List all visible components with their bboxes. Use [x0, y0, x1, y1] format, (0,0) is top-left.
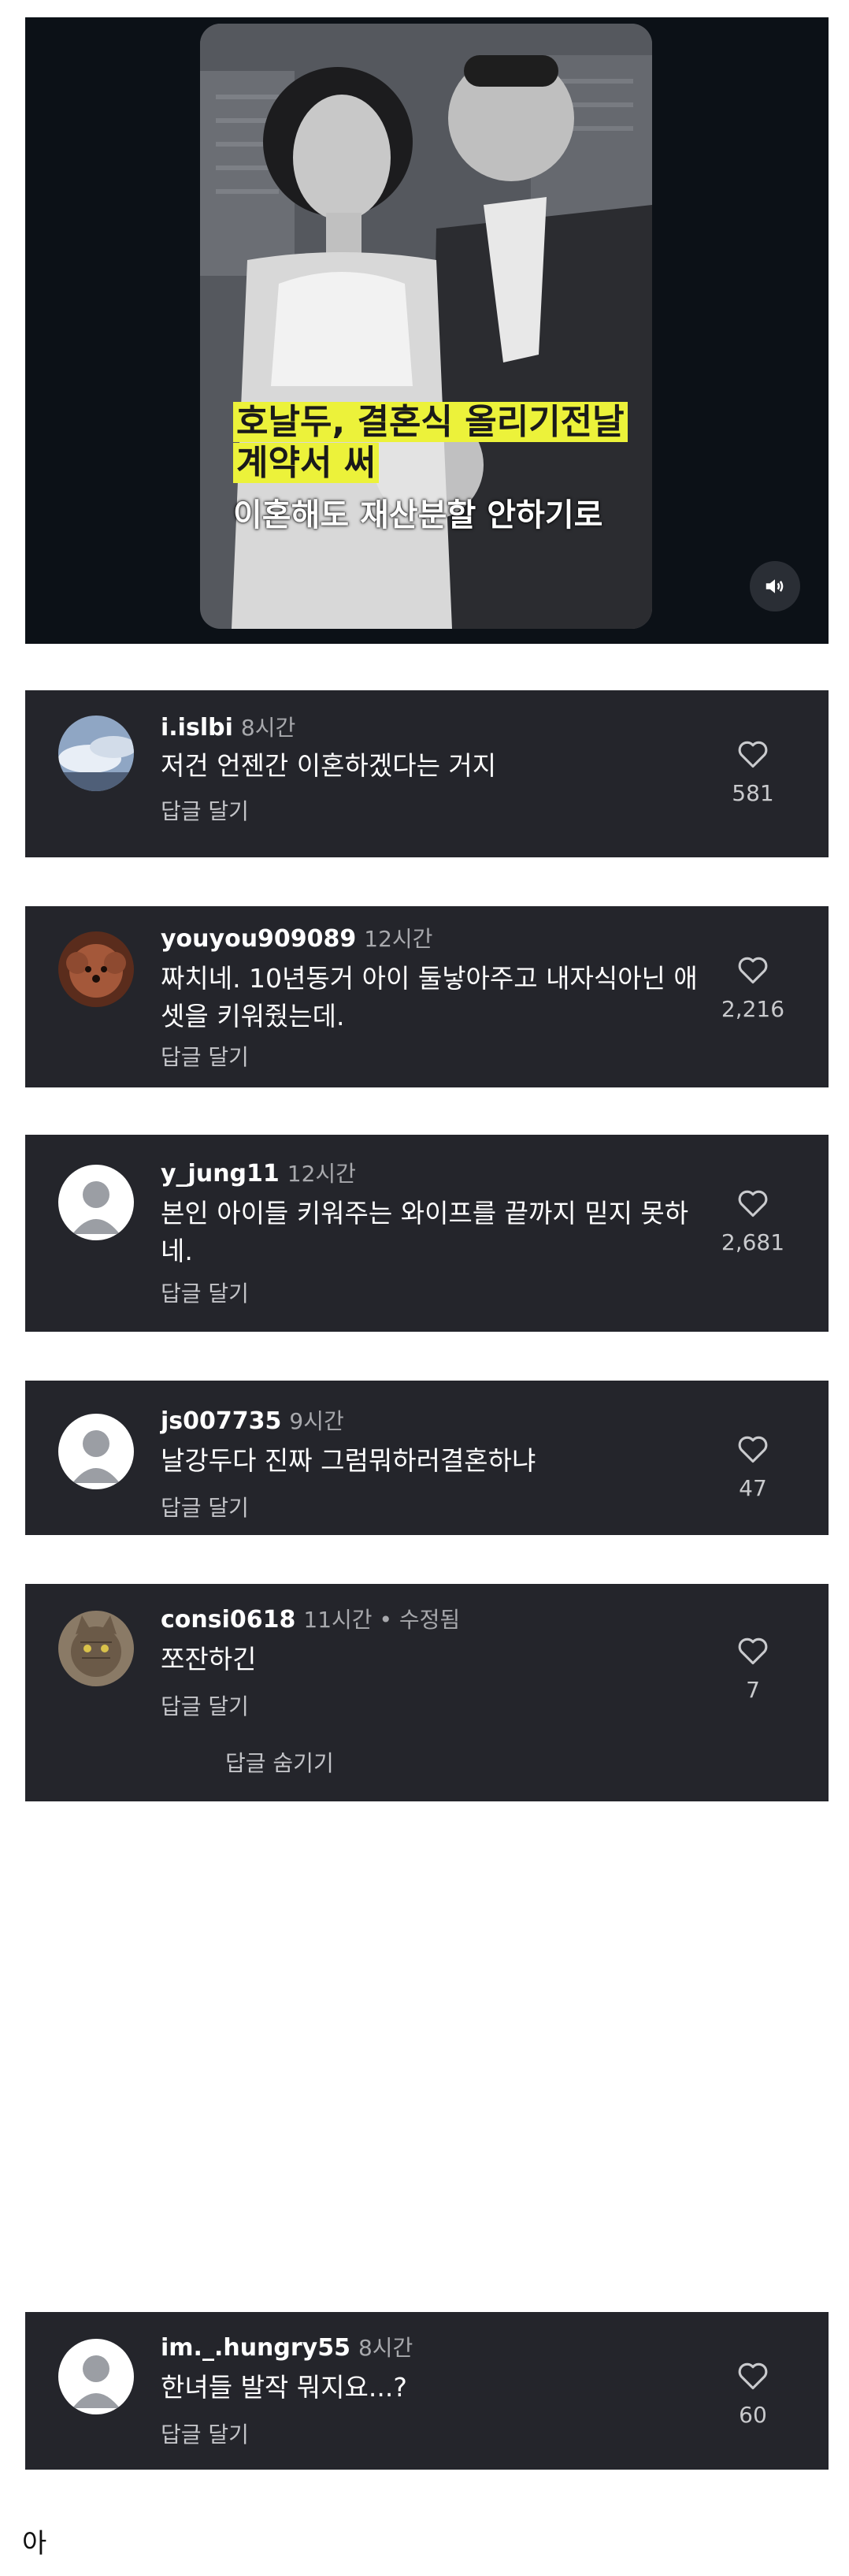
like-button[interactable]: 60: [706, 2361, 800, 2428]
reply-button[interactable]: 답글 달기: [161, 1689, 249, 1721]
video-player[interactable]: 호날두, 결혼식 올리기전날 계약서 써 이혼해도 재산분할 안하기로: [25, 17, 829, 644]
comment-username[interactable]: consi0618 11시간 • 수정됨: [161, 1603, 460, 1634]
comment-text: 본인 아이들 키워주는 와이프를 끝까지 믿지 못하네.: [161, 1198, 689, 1266]
comment-time: 9시간: [289, 1408, 344, 1434]
reply-button[interactable]: 답글 달기: [161, 1277, 249, 1308]
like-button[interactable]: 581: [706, 739, 800, 806]
like-button[interactable]: 2,681: [706, 1188, 800, 1255]
comment-text: 짜치네. 10년동거 아이 둘낳아주고 내자식아닌 애 셋을 키워줬는데.: [161, 963, 698, 1032]
caption-line-2: 계약서 써: [233, 443, 380, 483]
like-count: 2,216: [721, 996, 785, 1022]
heart-icon: [738, 741, 768, 768]
reply-button[interactable]: 답글 달기: [161, 794, 249, 826]
avatar[interactable]: [58, 1165, 134, 1240]
mute-button[interactable]: [750, 561, 800, 611]
comment-item: im._.hungry55 8시간 한녀들 발작 뭐지요...? 답글 달기 60: [25, 2312, 829, 2470]
comment-time: 12시간: [287, 1161, 356, 1187]
video-frame-illustration: [200, 24, 652, 629]
default-avatar-icon: [58, 1165, 134, 1240]
video-thumbnail[interactable]: 호날두, 결혼식 올리기전날 계약서 써 이혼해도 재산분할 안하기로: [200, 24, 652, 629]
video-caption-subtitle: 이혼해도 재산분할 안하기로: [233, 497, 603, 533]
heart-icon: [738, 2362, 768, 2390]
heart-icon: [738, 1190, 768, 1217]
avatar[interactable]: [58, 931, 134, 1007]
comment-item: youyou909089 12시간 짜치네. 10년동거 아이 둘낳아주고 내자식…: [25, 906, 829, 1087]
like-count: 581: [732, 780, 774, 806]
avatar[interactable]: [58, 1611, 134, 1686]
like-count: 2,681: [721, 1229, 785, 1255]
post-body-text: 아: [22, 2528, 47, 2559]
default-avatar-icon: [58, 1414, 134, 1489]
comment-username[interactable]: js007735 9시간: [161, 1404, 344, 1436]
comment-item: consi0618 11시간 • 수정됨 쪼잔하긴 답글 달기 7 답글 숨기기: [25, 1584, 829, 1801]
comment-item: y_jung11 12시간 본인 아이들 키워주는 와이프를 끝까지 믿지 못하네…: [25, 1135, 829, 1332]
comment-time: 12시간: [364, 926, 433, 952]
comment-username[interactable]: im._.hungry55 8시간: [161, 2331, 413, 2362]
speaker-icon: [766, 579, 784, 593]
heart-icon: [738, 1637, 768, 1665]
like-count: 7: [746, 1677, 760, 1703]
heart-icon: [738, 957, 768, 984]
avatar[interactable]: [58, 1414, 134, 1489]
comment-text: 한녀들 발작 뭐지요...?: [161, 2372, 407, 2403]
comment-text: 날강두다 진짜 그럼뭐하러결혼하냐: [161, 1445, 536, 1476]
dog-photo-icon: [58, 931, 134, 1007]
sky-photo-icon: [58, 716, 134, 791]
hide-replies-button[interactable]: 답글 숨기기: [225, 1746, 334, 1778]
comment-text: 쪼잔하긴: [161, 1644, 257, 1675]
like-button[interactable]: 47: [706, 1434, 800, 1501]
cat-photo-icon: [58, 1611, 134, 1686]
comment-username[interactable]: i.islbi 8시간: [161, 711, 295, 742]
reply-button[interactable]: 답글 달기: [161, 2418, 249, 2449]
comment-time: 8시간: [358, 2335, 413, 2361]
video-caption-highlight: 호날두, 결혼식 올리기전날 계약서 써: [233, 402, 652, 484]
avatar[interactable]: [58, 2339, 134, 2414]
comment-item: js007735 9시간 날강두다 진짜 그럼뭐하러결혼하냐 답글 달기 47: [25, 1381, 829, 1535]
avatar[interactable]: [58, 716, 134, 791]
reply-button[interactable]: 답글 달기: [161, 1491, 249, 1522]
like-count: 47: [739, 1475, 767, 1501]
like-count: 60: [739, 2402, 767, 2428]
heart-icon: [738, 1436, 768, 1463]
comment-text: 저건 언젠간 이혼하겠다는 거지: [161, 750, 497, 781]
reply-button[interactable]: 답글 달기: [161, 1040, 249, 1072]
comment-username[interactable]: youyou909089 12시간: [161, 922, 432, 953]
like-button[interactable]: 7: [706, 1636, 800, 1703]
like-button[interactable]: 2,216: [706, 955, 800, 1022]
default-avatar-icon: [58, 2339, 134, 2414]
caption-line-1: 호날두, 결혼식 올리기전날: [233, 402, 628, 442]
comment-time: 8시간: [240, 715, 296, 741]
comment-username[interactable]: y_jung11 12시간: [161, 1157, 356, 1188]
comment-item: i.islbi 8시간 저건 언젠간 이혼하겠다는 거지 답글 달기 581: [25, 690, 829, 857]
comment-time: 11시간 • 수정됨: [303, 1607, 461, 1633]
